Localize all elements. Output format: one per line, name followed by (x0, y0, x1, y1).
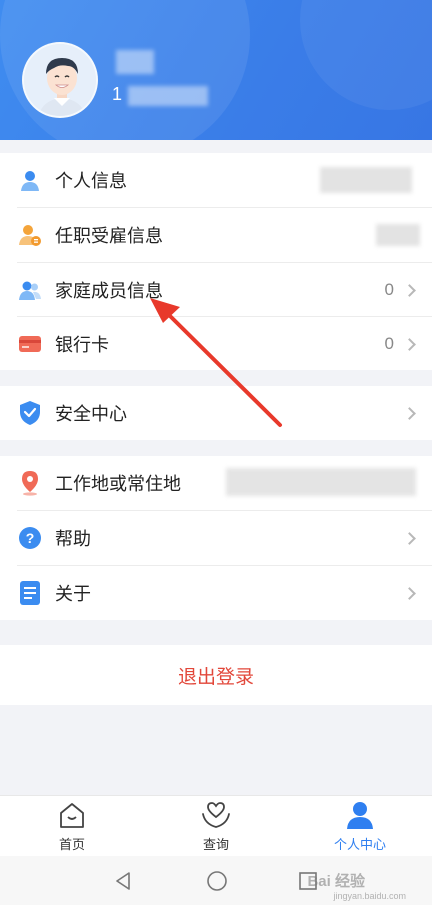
tab-query[interactable]: 查询 (156, 800, 276, 854)
tab-personal-center[interactable]: 个人中心 (300, 800, 420, 854)
back-icon[interactable] (112, 870, 134, 892)
heart-hands-icon (202, 802, 230, 828)
home-circle-icon[interactable] (205, 869, 229, 893)
tab-label: 查询 (202, 837, 229, 852)
bottom-tab-bar: 首页 查询 个人中心 (0, 795, 432, 856)
watermark: Bai 经验 jingyan.baidu.com (307, 873, 406, 901)
tab-label: 个人中心 (333, 837, 386, 852)
home-icon (60, 803, 84, 828)
tab-home[interactable]: 首页 (12, 800, 132, 854)
tab-label: 首页 (58, 837, 85, 852)
annotation-arrow (150, 298, 282, 427)
user-center-icon (347, 802, 373, 829)
